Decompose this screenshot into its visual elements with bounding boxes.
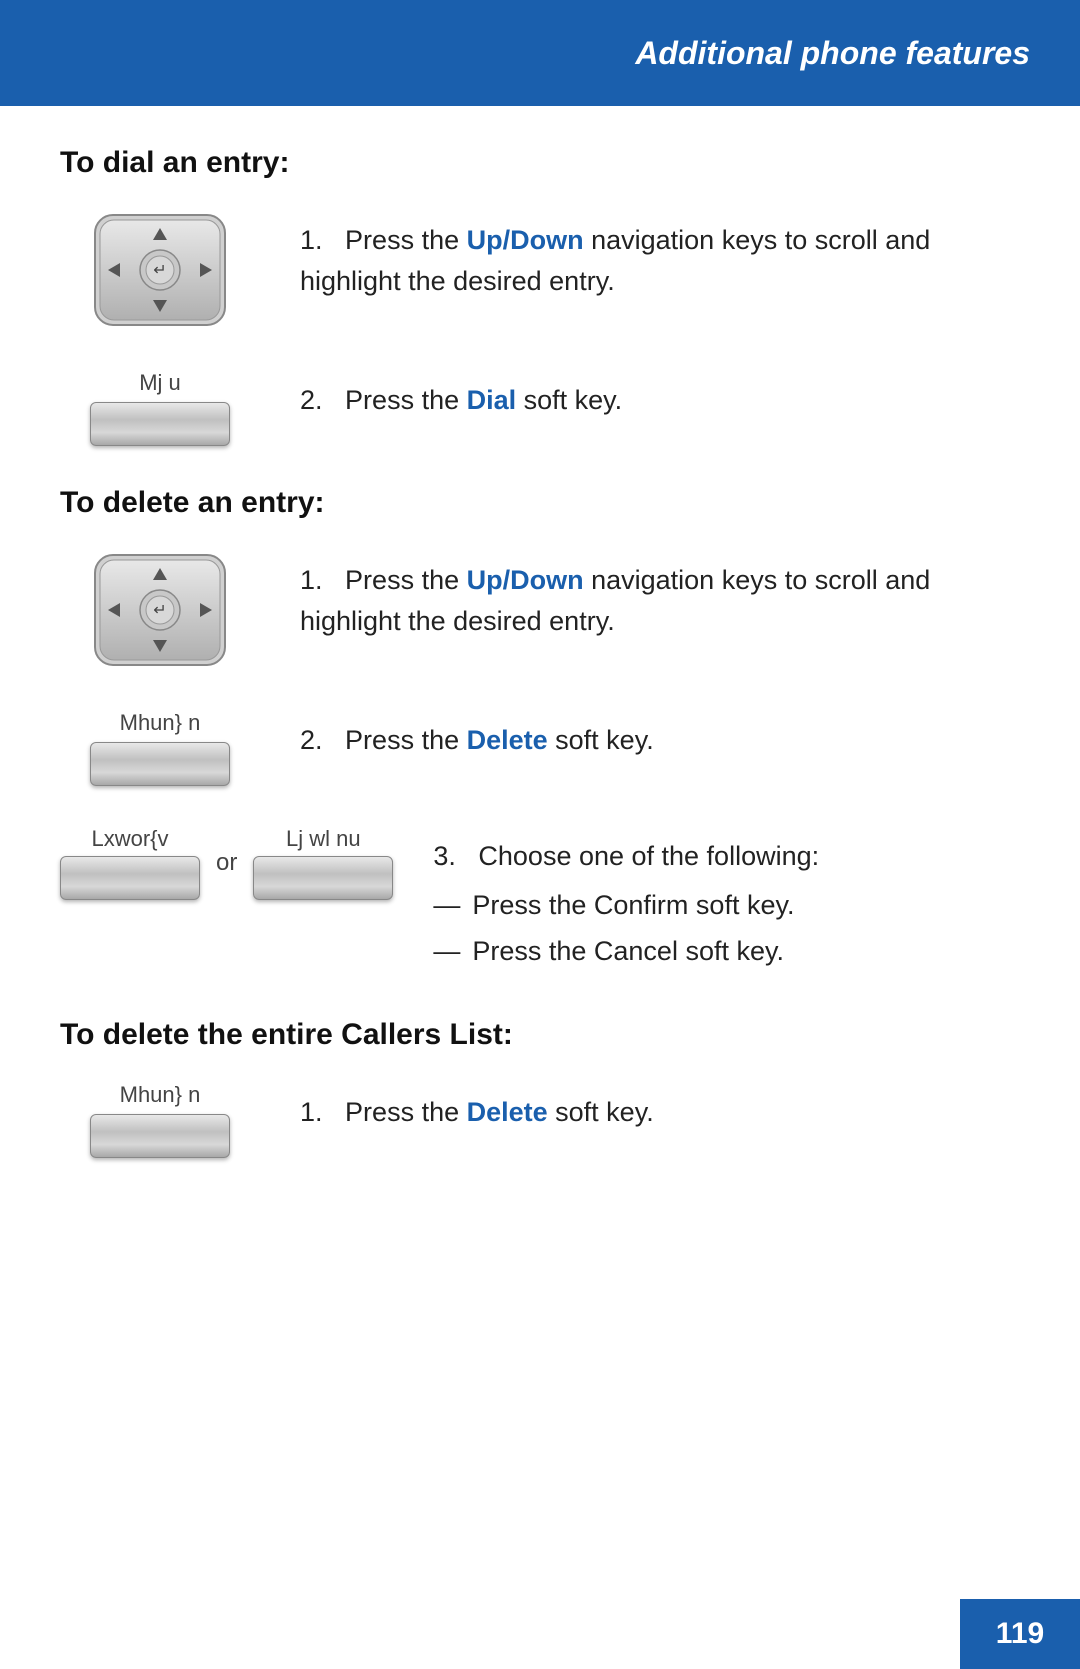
delete-all-softkey-btn <box>90 1114 230 1158</box>
header-title: Additional phone features <box>635 35 1030 72</box>
delete-all-step-1-before: Press the <box>345 1097 467 1127</box>
dial-step-1-para: 1. Press the Up/Down navigation keys to … <box>300 220 1020 301</box>
dial-step-2-after: soft key. <box>516 385 622 415</box>
delete-entry-step-3-num: 3. <box>433 841 471 871</box>
dial-step-2-num: 2. <box>300 385 338 415</box>
delete-softkey-btn <box>90 742 230 786</box>
delete-all-step-1-after: soft key. <box>548 1097 654 1127</box>
delete-entry-step-2-text: 2. Press the Delete soft key. <box>300 710 1020 761</box>
section-delete-entry: To delete an entry: <box>60 486 1020 978</box>
confirm-softkey-btn <box>60 856 200 900</box>
dial-softkey-label: Mj u <box>139 370 181 396</box>
dial-step-2-text: 2. Press the Dial soft key. <box>300 370 1020 421</box>
delete-entry-step-2-para: 2. Press the Delete soft key. <box>300 720 1020 761</box>
delete-all-step-1-para: 1. Press the Delete soft key. <box>300 1092 1020 1133</box>
delete-all-step-1-highlight: Delete <box>467 1097 548 1127</box>
section-dial-heading: To dial an entry: <box>60 146 1020 180</box>
dial-step-2-highlight: Dial <box>467 385 517 415</box>
delete-entry-step-2-before: Press the <box>345 725 467 755</box>
dial-step-1-highlight: Up/Down <box>467 225 584 255</box>
confirm-softkey-label: Lxwor{v <box>91 826 168 852</box>
delete-entry-step-2: Mhun} n 2. Press the Delete soft key. <box>60 710 1020 786</box>
cancel-sub-item: — Press the Cancel soft key. <box>433 931 1020 972</box>
delete-entry-step-3-intro-text: Choose one of the following: <box>478 841 819 871</box>
delete-entry-step-1-highlight: Up/Down <box>467 565 584 595</box>
delete-all-step-1-text: 1. Press the Delete soft key. <box>300 1082 1020 1133</box>
dual-btn-col: Lxwor{v or Lj wl nu <box>60 826 393 900</box>
cancel-softkey-label: Lj wl nu <box>286 826 361 852</box>
delete-softkey-col: Mhun} n <box>60 710 260 786</box>
delete-entry-step-1-para: 1. Press the Up/Down navigation keys to … <box>300 560 1020 641</box>
header-bar: Additional phone features <box>0 0 1080 106</box>
confirm-btn-group: Lxwor{v <box>60 826 200 900</box>
delete-entry-step-1-num: 1. <box>300 565 338 595</box>
dash-1: — <box>433 885 460 926</box>
dial-softkey-btn <box>90 402 230 446</box>
section-delete-all: To delete the entire Callers List: Mhun}… <box>60 1018 1020 1158</box>
delete-entry-step-3-intro: 3. Choose one of the following: <box>433 836 1020 877</box>
dash-2: — <box>433 931 460 972</box>
section-delete-all-heading: To delete the entire Callers List: <box>60 1018 1020 1052</box>
svg-text:↵: ↵ <box>153 262 166 279</box>
delete-all-step-1: Mhun} n 1. Press the Delete soft key. <box>60 1082 1020 1158</box>
dial-step-1-num: 1. <box>300 225 338 255</box>
delete-softkey-label: Mhun} n <box>120 710 201 736</box>
dual-btn-row: Lxwor{v or Lj wl nu <box>60 826 393 900</box>
svg-text:↵: ↵ <box>153 602 166 619</box>
section-delete-entry-heading: To delete an entry: <box>60 486 1020 520</box>
delete-entry-step-3-text: 3. Choose one of the following: — Press … <box>433 826 1020 978</box>
delete-all-softkey-label: Mhun} n <box>120 1082 201 1108</box>
cancel-btn-group: Lj wl nu <box>253 826 393 900</box>
nav-key-icon-1: ↵ <box>90 210 230 330</box>
dial-step-2: Mj u 2. Press the Dial soft key. <box>60 370 1020 446</box>
dial-step-1: ↵ 1. Press the Up/Down navigation keys t… <box>60 210 1020 330</box>
dial-step-1-text: 1. Press the Up/Down navigation keys to … <box>300 210 1020 301</box>
or-text: or <box>216 849 237 877</box>
delete-entry-step-1: ↵ 1. Press the Up/Down navigation keys t… <box>60 550 1020 670</box>
page-number-block: 119 <box>960 1599 1080 1669</box>
cancel-highlight: Cancel <box>594 936 678 966</box>
delete-all-step-1-num: 1. <box>300 1097 338 1127</box>
dial-softkey-col: Mj u <box>60 370 260 446</box>
delete-entry-step-2-highlight: Delete <box>467 725 548 755</box>
section-dial: To dial an entry: <box>60 146 1020 446</box>
delete-entry-step-1-text: 1. Press the Up/Down navigation keys to … <box>300 550 1020 641</box>
delete-entry-step-2-after: soft key. <box>548 725 654 755</box>
delete-entry-step-3: Lxwor{v or Lj wl nu 3. Choose one of the… <box>60 826 1020 978</box>
delete-entry-step-1-before: Press the <box>345 565 467 595</box>
nav-key-icon-col-2: ↵ <box>60 550 260 670</box>
cancel-text: Press the Cancel soft key. <box>472 931 784 972</box>
page-number: 119 <box>996 1617 1044 1651</box>
nav-key-icon-2: ↵ <box>90 550 230 670</box>
dial-step-1-before: Press the <box>345 225 467 255</box>
delete-entry-step-2-num: 2. <box>300 725 338 755</box>
dial-step-2-para: 2. Press the Dial soft key. <box>300 380 1020 421</box>
content-area: To dial an entry: <box>0 106 1080 1258</box>
confirm-text: Press the Confirm soft key. <box>472 885 794 926</box>
nav-key-icon-col-1: ↵ <box>60 210 260 330</box>
dial-step-2-before: Press the <box>345 385 467 415</box>
confirm-sub-item: — Press the Confirm soft key. <box>433 885 1020 926</box>
confirm-highlight: Confirm <box>594 890 689 920</box>
delete-all-softkey-col: Mhun} n <box>60 1082 260 1158</box>
delete-entry-step-3-sublist: — Press the Confirm soft key. — Press th… <box>433 885 1020 972</box>
cancel-softkey-btn <box>253 856 393 900</box>
